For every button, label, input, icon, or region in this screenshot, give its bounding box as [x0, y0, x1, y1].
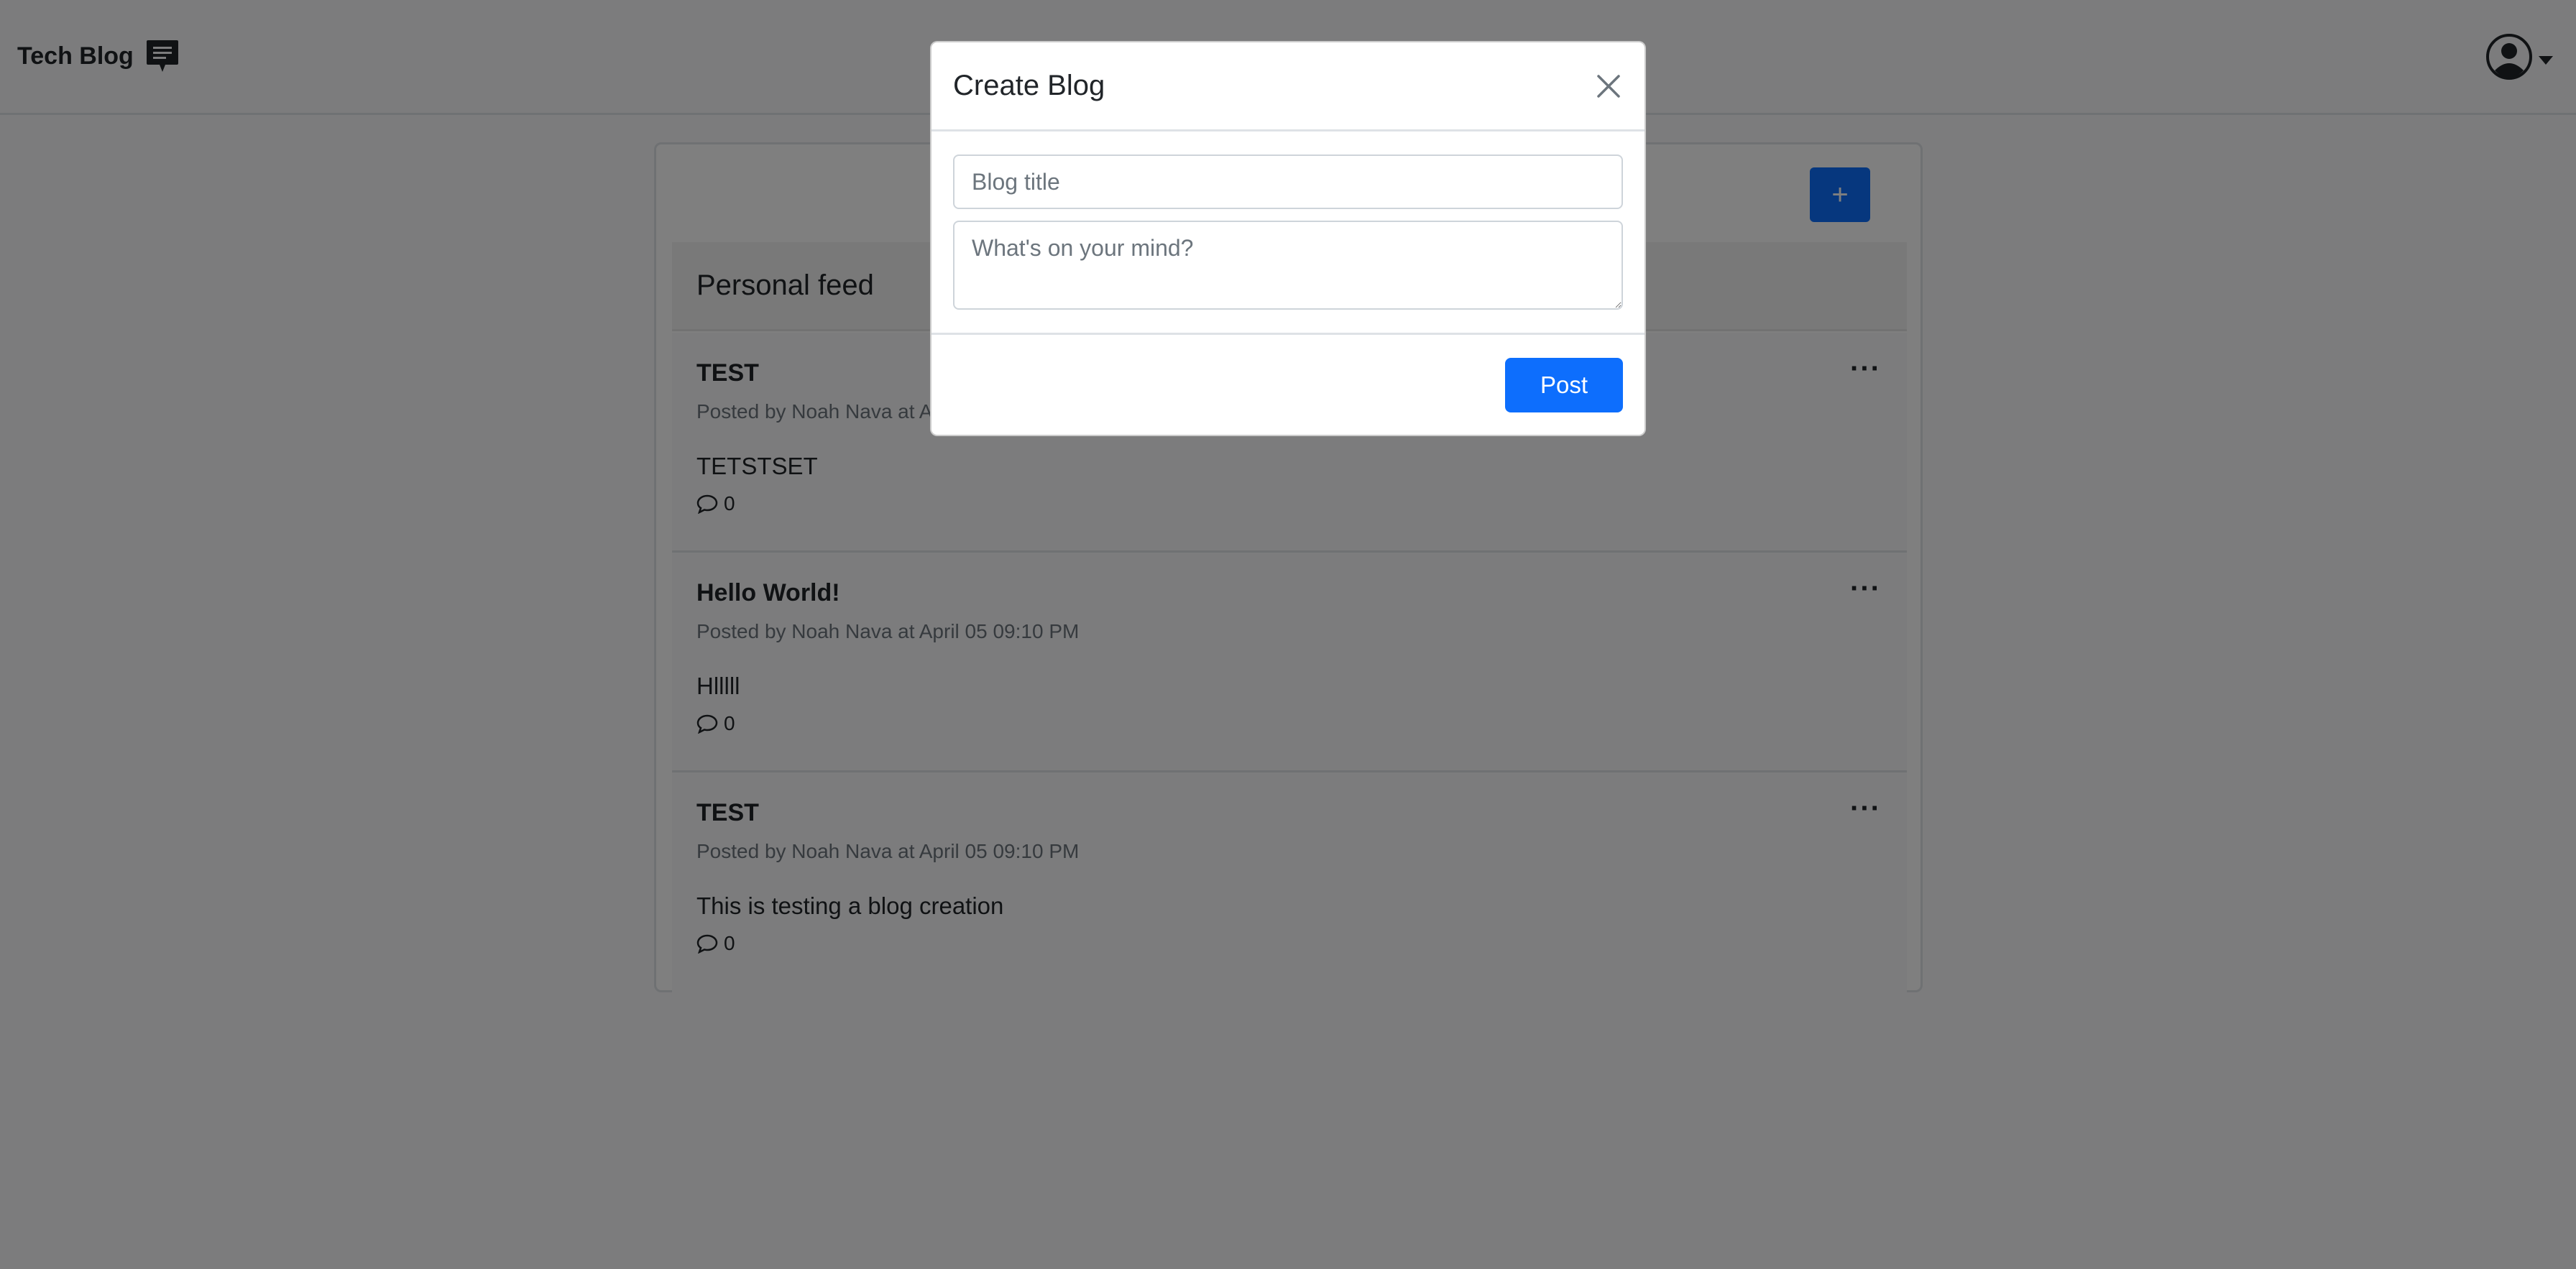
modal-body	[932, 131, 1644, 335]
blog-content-textarea[interactable]	[953, 221, 1623, 310]
modal-title: Create Blog	[953, 70, 1105, 101]
close-icon[interactable]	[1594, 72, 1623, 101]
modal-header: Create Blog	[932, 42, 1644, 131]
modal-footer: Post	[932, 335, 1644, 435]
blog-title-input[interactable]	[953, 154, 1623, 209]
create-blog-modal: Create Blog Post	[930, 41, 1646, 436]
post-button[interactable]: Post	[1505, 358, 1623, 412]
